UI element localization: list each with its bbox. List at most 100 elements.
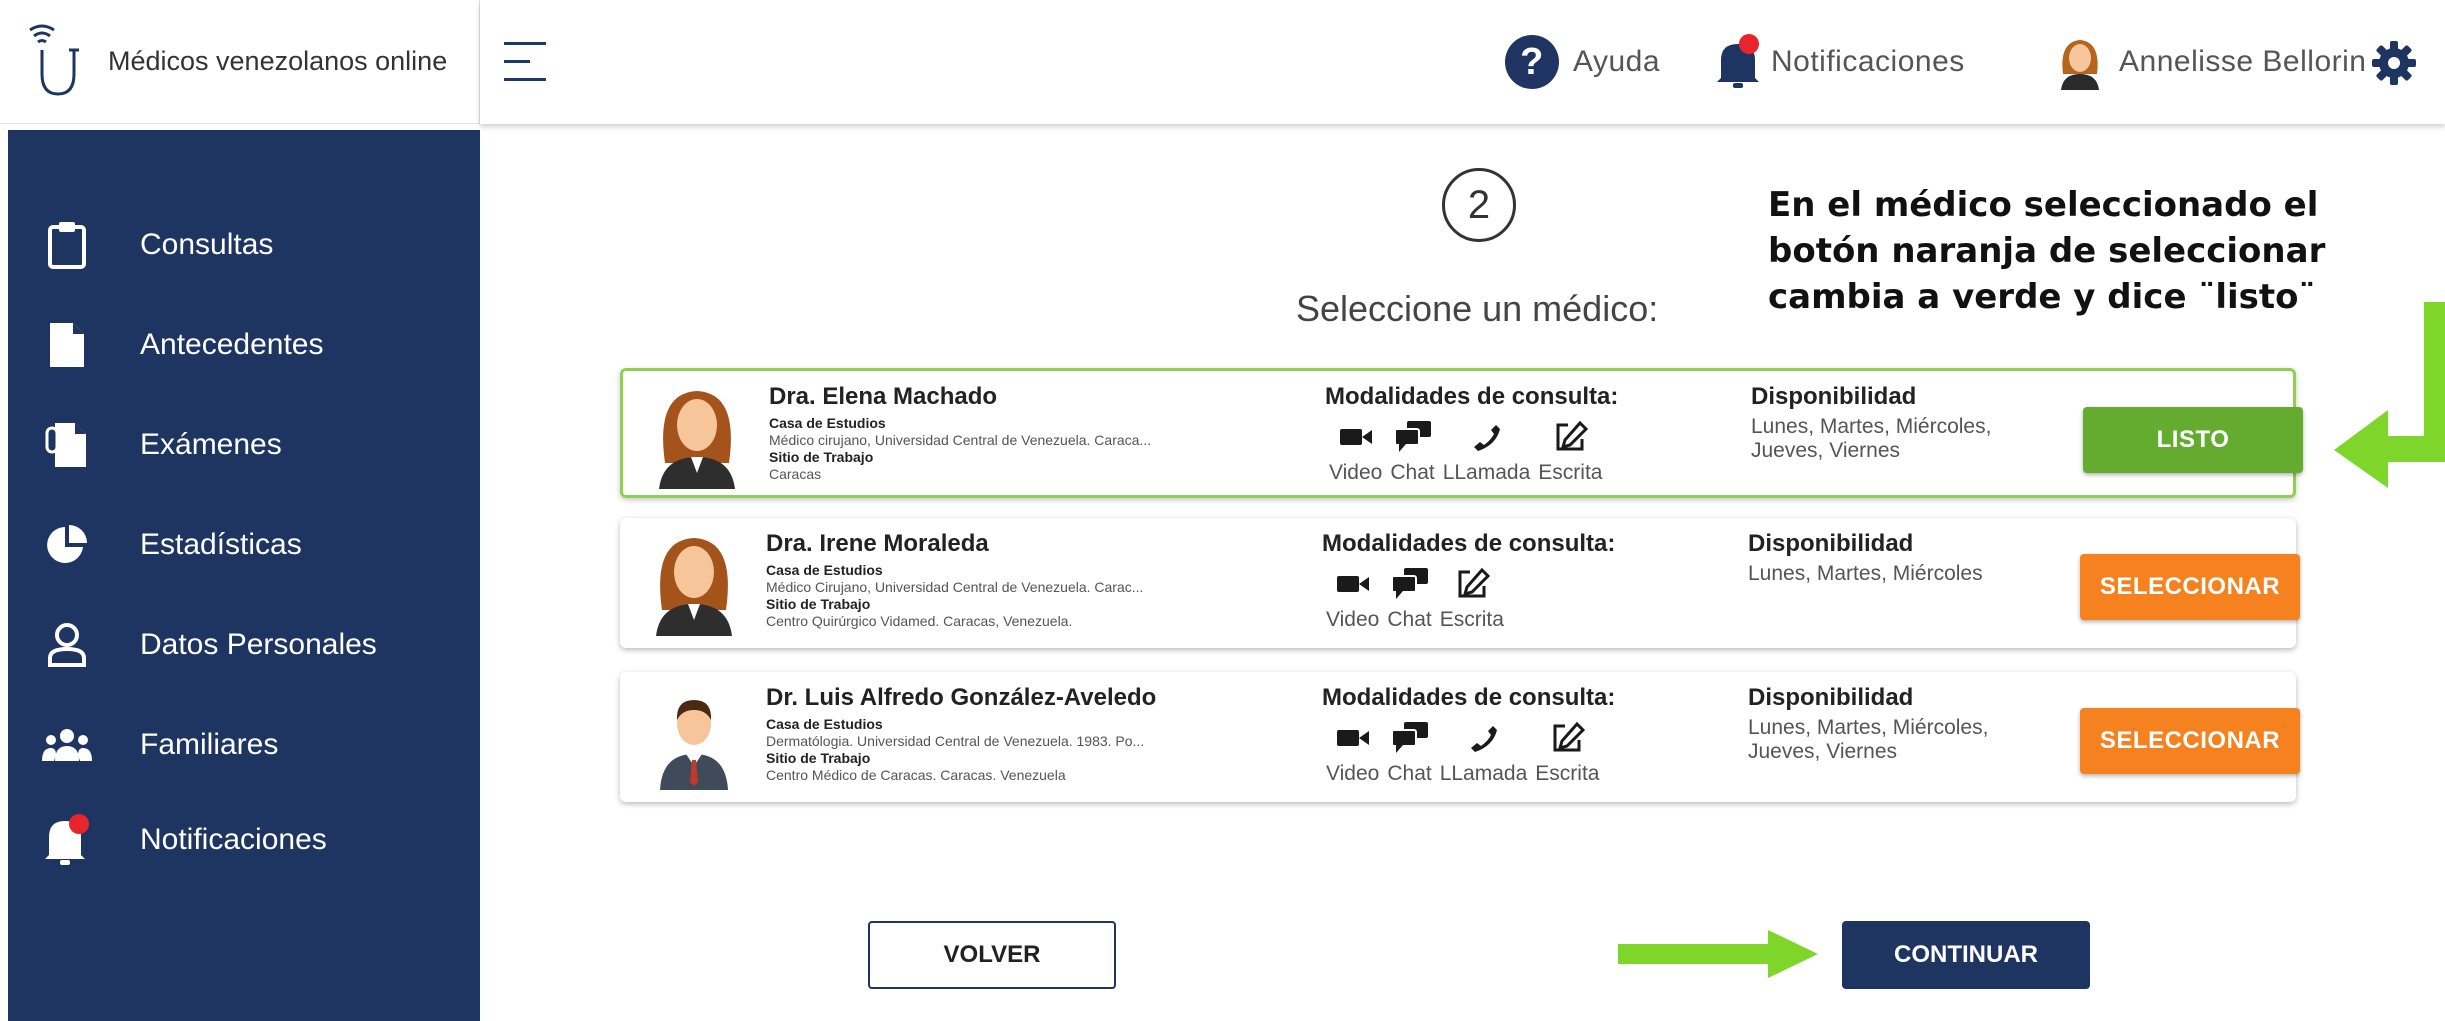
modality-written: Escrita: [1440, 566, 1504, 632]
sidebar-item-consultas[interactable]: Consultas: [8, 210, 480, 280]
step-indicator: 2: [1442, 168, 1516, 242]
chat-icon: [1390, 568, 1428, 599]
sidebar-item-datos-personales[interactable]: Datos Personales: [8, 610, 480, 680]
studies-label: Casa de Estudios: [766, 562, 883, 578]
annotation-right-arrow-icon: [1618, 930, 1818, 978]
sidebar-item-examenes[interactable]: Exámenes: [8, 410, 480, 480]
doctor-avatar-female: [656, 538, 732, 636]
doctor-details: Casa de Estudios Médico Cirujano, Univer…: [766, 562, 1266, 630]
sidebar-item-antecedentes[interactable]: Antecedentes: [8, 310, 480, 380]
select-button[interactable]: SELECCIONAR: [2080, 554, 2300, 620]
modality-written: Escrita: [1538, 419, 1602, 485]
back-button[interactable]: VOLVER: [868, 921, 1116, 989]
top-bar: ? Ayuda Notificaciones Annelisse Bellori…: [480, 0, 2445, 124]
studies-value: Dermatólogia. Universidad Central de Ven…: [766, 733, 1145, 749]
notifications-link[interactable]: Notificaciones: [1711, 34, 1965, 90]
doctor-avatar-female: [659, 391, 735, 489]
modality-chat: Chat: [1390, 419, 1435, 485]
sidebar-item-notificaciones[interactable]: Notificaciones: [8, 805, 480, 875]
modalities-title: Modalidades de consulta:: [1325, 383, 1619, 410]
work-value: Centro Médico de Caracas. Caracas. Venez…: [766, 767, 1066, 783]
modality-chat: Chat: [1387, 720, 1432, 786]
user-menu[interactable]: Annelisse Bellorin: [2055, 34, 2366, 90]
chat-icon: [1393, 421, 1431, 452]
doctor-card-selected[interactable]: Dra. Elena Machado Casa de Estudios Médi…: [620, 368, 2303, 498]
video-camera-icon: [1339, 429, 1372, 445]
pencil-square-icon: [1458, 567, 1490, 598]
clipboard-icon: [42, 218, 92, 272]
modality-call: LLamada: [1440, 720, 1527, 786]
brand[interactable]: Médicos venezolanos online: [0, 0, 480, 124]
sidebar-item-familiares[interactable]: Familiares: [8, 710, 480, 780]
user-icon: [42, 618, 92, 672]
document-icon: [42, 318, 92, 372]
pie-chart-icon: [42, 518, 92, 572]
work-label: Sitio de Trabajo: [766, 750, 871, 766]
family-icon: [42, 718, 92, 772]
bell-icon: [1711, 34, 1765, 90]
studies-label: Casa de Estudios: [766, 716, 883, 732]
studies-value: Médico Cirujano, Universidad Central de …: [766, 579, 1144, 595]
modalities-list: Video Chat LLamada Escrita: [1326, 720, 1607, 786]
modality-call: LLamada: [1443, 419, 1530, 485]
work-label: Sitio de Trabajo: [766, 596, 871, 612]
phone-icon: [1471, 726, 1498, 752]
video-camera-icon: [1336, 576, 1369, 592]
help-label: Ayuda: [1573, 45, 1661, 78]
doctor-card[interactable]: Dr. Luis Alfredo González-Aveledo Casa d…: [620, 672, 2300, 802]
availability-title: Disponibilidad: [1748, 684, 1914, 711]
video-camera-icon: [1336, 730, 1369, 746]
doctor-name: Dr. Luis Alfredo González-Aveledo: [766, 684, 1157, 711]
select-button[interactable]: SELECCIONAR: [2080, 708, 2300, 774]
modalities-list: Video Chat LLamada Escrita: [1329, 419, 1610, 485]
help-icon: ?: [1505, 35, 1559, 89]
doctor-avatar-male: [660, 700, 728, 790]
annotation-elbow-arrow-icon: [2334, 302, 2445, 488]
availability-title: Disponibilidad: [1748, 530, 1914, 557]
pencil-square-icon: [1553, 721, 1586, 752]
doctor-details: Casa de Estudios Dermatólogia. Universid…: [766, 716, 1266, 784]
sidebar-item-label: Exámenes: [140, 428, 282, 461]
lab-report-icon: [42, 418, 92, 472]
doctor-card[interactable]: Dra. Irene Moraleda Casa de Estudios Méd…: [620, 518, 2300, 648]
availability-days: Lunes, Martes, Miércoles, Jueves, Vierne…: [1748, 716, 1989, 763]
modality-chat: Chat: [1387, 566, 1432, 632]
bell-icon: [42, 813, 92, 867]
modality-video: Video: [1326, 566, 1379, 632]
modality-video: Video: [1326, 720, 1379, 786]
chat-icon: [1390, 722, 1428, 753]
sidebar-item-estadisticas[interactable]: Estadísticas: [8, 510, 480, 580]
sidebar-item-label: Notificaciones: [140, 823, 327, 856]
brand-name: Médicos venezolanos online: [108, 46, 448, 76]
studies-value: Médico cirujano, Universidad Central de …: [769, 432, 1152, 448]
studies-label: Casa de Estudios: [769, 415, 886, 431]
work-value: Centro Quirúrgico Vidamed. Caracas, Vene…: [766, 613, 1073, 629]
modalities-list: Video Chat Escrita: [1326, 566, 1512, 632]
menu-toggle-icon[interactable]: [504, 38, 546, 86]
modality-written: Escrita: [1535, 720, 1599, 786]
sidebar-item-label: Familiares: [140, 728, 279, 761]
modality-video: Video: [1329, 419, 1382, 485]
user-avatar: [2061, 40, 2099, 90]
sidebar-item-label: Antecedentes: [140, 328, 324, 361]
user-name: Annelisse Bellorin: [2119, 45, 2367, 78]
top-bar-actions: ? Ayuda Notificaciones Annelisse Bellori…: [1465, 0, 2445, 124]
ready-button[interactable]: LISTO: [2083, 407, 2303, 473]
work-label: Sitio de Trabajo: [769, 449, 874, 465]
doctor-name: Dra. Elena Machado: [769, 383, 998, 410]
help-link[interactable]: ? Ayuda: [1505, 34, 1660, 90]
doctor-name: Dra. Irene Moraleda: [766, 530, 989, 557]
phone-icon: [1474, 425, 1501, 451]
notifications-label: Notificaciones: [1771, 45, 1965, 78]
availability-title: Disponibilidad: [1751, 383, 1917, 410]
continue-button[interactable]: CONTINUAR: [1842, 921, 2090, 989]
modalities-title: Modalidades de consulta:: [1322, 684, 1616, 711]
availability-days: Lunes, Martes, Miércoles, Jueves, Vierne…: [1751, 415, 1992, 462]
pencil-square-icon: [1556, 420, 1589, 451]
stethoscope-wifi-logo-icon: [29, 24, 79, 96]
gear-icon[interactable]: [2371, 40, 2417, 86]
sidebar-item-label: Estadísticas: [140, 528, 302, 561]
sidebar: Consultas Antecedentes Exámenes Estadíst…: [8, 130, 480, 1021]
page-title: Seleccione un médico:: [1296, 288, 1659, 329]
sidebar-item-label: Consultas: [140, 228, 274, 261]
